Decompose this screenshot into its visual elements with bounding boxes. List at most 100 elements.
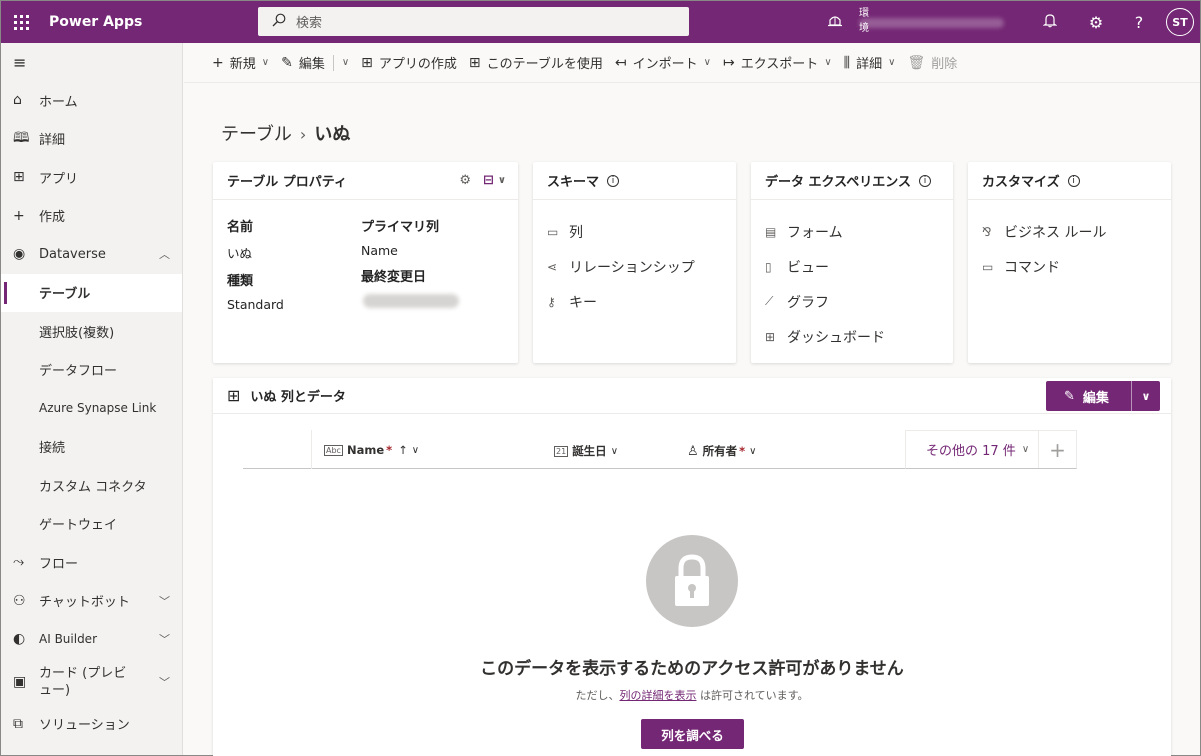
edit-dropdown-button[interactable]: ∨ xyxy=(342,57,349,68)
sidebar-item-cards[interactable]: ▣ カード (プレビュー) ﹀ xyxy=(1,659,182,705)
edit-button[interactable]: ✎ 編集 xyxy=(281,53,325,73)
chevron-up-icon: ︿ xyxy=(159,248,170,262)
home-icon: ⌂ xyxy=(13,92,22,109)
sidebar-item-apps[interactable]: ⊞ アプリ xyxy=(1,158,182,197)
sidebar-item-gateways[interactable]: ゲートウェイ xyxy=(1,505,182,544)
new-button[interactable]: + 新規 ∨ xyxy=(212,53,269,73)
sidebar-item-solutions[interactable]: ⧉ ソリューション xyxy=(1,705,182,744)
briefcase-icon[interactable]: ⊟ xyxy=(483,173,494,188)
sidebar-item-choices[interactable]: 選択肢(複数) xyxy=(1,312,182,351)
sidebar-item-ai-builder[interactable]: ◐ AI Builder ﹀ xyxy=(1,620,182,659)
ai-builder-icon: ◐ xyxy=(13,631,26,648)
sidebar-item-custom-connectors[interactable]: カスタム コネクタ xyxy=(1,466,182,505)
sidebar-item-dataflows[interactable]: データフロー xyxy=(1,351,182,390)
edit-data-dropdown[interactable]: ∨ xyxy=(1132,390,1160,403)
commands-link[interactable]: ▭ コマンド xyxy=(982,249,1157,284)
explore-columns-button[interactable]: 列を調べる xyxy=(641,719,744,749)
notifications-button[interactable] xyxy=(1035,1,1065,43)
add-column-button[interactable]: + xyxy=(1038,431,1076,468)
no-access-title: このデータを表示するためのアクセス許可がありません xyxy=(480,659,904,679)
sidebar-item-dataverse[interactable]: ◉ Dataverse ︿ xyxy=(1,235,182,274)
chevron-down-icon: ∨ xyxy=(1141,389,1151,403)
charts-link[interactable]: ⟋ グラフ xyxy=(765,284,939,319)
delete-button[interactable]: 🗑 削除 xyxy=(907,53,957,73)
card-icon: ▣ xyxy=(13,673,27,690)
environment-icon xyxy=(827,13,843,31)
create-app-button[interactable]: ⊞ アプリの作成 xyxy=(361,53,457,73)
edit-data-main[interactable]: ✎ 編集 xyxy=(1046,381,1132,411)
row-selector-header[interactable] xyxy=(243,430,312,469)
use-table-label: このテーブルを使用 xyxy=(486,57,603,72)
environment-picker[interactable]: 環境 xyxy=(827,1,1004,43)
more-columns-button[interactable]: その他の 17 件 ∨ + xyxy=(905,430,1077,469)
chevron-down-icon[interactable]: ∨ xyxy=(498,175,506,186)
settings-button[interactable]: ⚙ xyxy=(1081,1,1111,43)
export-button[interactable]: ↦ エクスポート ∨ xyxy=(723,53,832,73)
environment-name-redacted xyxy=(859,18,1004,28)
apps-icon: ⊞ xyxy=(13,169,25,186)
gear-icon: ⚙ xyxy=(1088,12,1104,32)
collapse-nav-button[interactable]: ≡ xyxy=(1,43,182,81)
sidebar-item-flows[interactable]: ⤳ フロー xyxy=(1,543,182,582)
sidebar-item-tables[interactable]: テーブル xyxy=(1,273,182,312)
avatar[interactable]: ST xyxy=(1166,8,1194,36)
command-bar: + 新規 ∨ ✎ 編集 ∨ ⊞ アプリの作成 ⊞ このテーブルを使用 ↤ インポート ∨ ↦ エ… xyxy=(184,43,1200,83)
no-access-prefix: ただし、 xyxy=(575,689,620,702)
column-details-link[interactable]: 列の詳細を表示 xyxy=(619,689,696,702)
export-label: エクスポート xyxy=(740,57,819,72)
use-table-button[interactable]: ⊞ このテーブルを使用 xyxy=(468,53,603,73)
properties-grid: 名前 いぬ 種類 Standard プライマリ列 Name 最終変更日 xyxy=(227,214,504,354)
chart-icon: ⟋ xyxy=(765,294,774,308)
sidebar-item-label: 接続 xyxy=(39,441,66,457)
data-experiences-card: データ エクスペリエンス i ▤ フォーム ▯ ビュー ⟋ グラフ ⊞ ダッシュボード xyxy=(751,162,953,363)
sidebar-item-synapse-link[interactable]: Azure Synapse Link xyxy=(1,389,182,428)
chevron-down-icon: ∨ xyxy=(341,57,350,68)
solution-icon: ⧉ xyxy=(13,715,23,732)
sidebar-item-label: 選択肢(複数) xyxy=(39,325,115,341)
forms-link[interactable]: ▤ フォーム xyxy=(765,214,939,249)
waffle-icon xyxy=(13,14,29,30)
info-icon[interactable]: i xyxy=(1067,174,1080,187)
chevron-down-icon: ∨ xyxy=(610,445,619,457)
column-header-name[interactable]: Abc Name * ↑ ∨ xyxy=(324,443,419,457)
views-link[interactable]: ▯ ビュー xyxy=(765,249,939,284)
relationship-icon: ⋖ xyxy=(547,259,558,274)
columns-link[interactable]: ▭ 列 xyxy=(547,214,722,249)
column-header-birthday[interactable]: 21 誕生日 ∨ xyxy=(554,443,618,459)
relationships-link[interactable]: ⋖ リレーションシップ xyxy=(547,249,722,284)
sidebar-item-home[interactable]: ⌂ ホーム xyxy=(1,81,182,120)
column-header-owner[interactable]: ♙ 所有者 * ∨ xyxy=(687,443,757,459)
app-launcher-button[interactable] xyxy=(1,1,41,43)
edit-data-button[interactable]: ✎ 編集 ∨ xyxy=(1046,381,1160,411)
primary-column-label: プライマリ列 xyxy=(361,220,440,235)
last-modified-redacted xyxy=(363,294,459,308)
divider xyxy=(332,54,334,71)
dashboard-icon: ⊞ xyxy=(765,329,776,344)
app-grid-icon: ⊞ xyxy=(468,54,481,71)
sidebar-item-create[interactable]: + 作成 xyxy=(1,197,182,236)
help-button[interactable]: ? xyxy=(1124,1,1154,43)
info-icon[interactable]: i xyxy=(607,174,620,187)
business-rules-link[interactable]: ⅋ ビジネス ルール xyxy=(982,214,1157,249)
info-icon[interactable]: i xyxy=(918,174,931,187)
details-label: 詳細 xyxy=(856,57,883,72)
sidebar-item-connections[interactable]: 接続 xyxy=(1,428,182,467)
text-field-icon: Abc xyxy=(324,444,343,456)
breadcrumb-parent[interactable]: テーブル xyxy=(221,124,292,145)
keys-link[interactable]: ⚷ キー xyxy=(547,284,722,319)
top-bar: Power Apps 検索 環境 ⚙ ? ST xyxy=(1,1,1200,43)
chevron-down-icon: ∨ xyxy=(703,57,711,68)
sidebar-item-chatbots[interactable]: ⚇ チャットボット ﹀ xyxy=(1,582,182,621)
sidebar-item-label: チャットボット xyxy=(39,595,130,611)
app-name[interactable]: Power Apps xyxy=(49,14,142,30)
details-button[interactable]: ⫼ 詳細 ∨ xyxy=(844,53,896,73)
chevron-down-icon: ﹀ xyxy=(159,594,170,608)
new-label: 新規 xyxy=(229,57,256,72)
import-button[interactable]: ↤ インポート ∨ xyxy=(615,53,711,73)
card-title: データ エクスペリエンス xyxy=(765,175,911,190)
gear-icon[interactable]: ⚙ xyxy=(459,173,471,188)
chevron-down-icon: ∨ xyxy=(888,57,896,68)
search-box[interactable]: 検索 xyxy=(258,7,689,36)
dashboards-link[interactable]: ⊞ ダッシュボード xyxy=(765,319,939,354)
sidebar-item-learn[interactable]: 🕮 詳細 xyxy=(1,120,182,159)
